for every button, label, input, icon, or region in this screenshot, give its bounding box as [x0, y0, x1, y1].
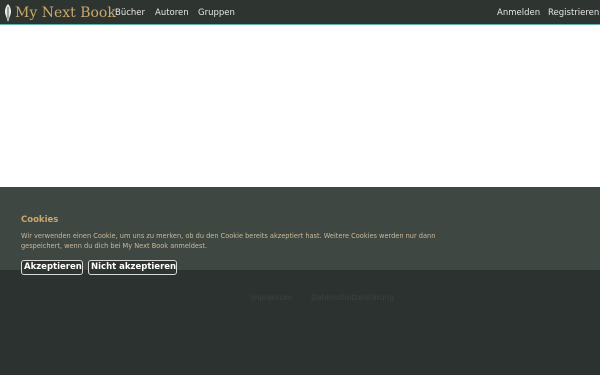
quill-logo-icon: [4, 4, 12, 22]
footer-link-imprint[interactable]: Impressum: [250, 293, 292, 302]
decline-cookies-button[interactable]: Nicht akzeptieren: [88, 260, 177, 275]
login-link[interactable]: Anmelden: [497, 0, 540, 25]
cookie-banner: Cookies Wir verwenden einen Cookie, um u…: [0, 187, 600, 275]
brand-link[interactable]: My Next Book: [3, 3, 116, 23]
main-content: [0, 25, 600, 187]
top-navbar: My Next Book Bücher Autoren Gruppen Anme…: [0, 0, 600, 25]
brand-name: My Next Book: [15, 5, 116, 21]
footer-link-privacy[interactable]: Datenschutzerklärung: [311, 293, 394, 302]
cookie-banner-title: Cookies: [21, 215, 59, 225]
register-link[interactable]: Registrieren: [548, 0, 599, 25]
nav-link-groups[interactable]: Gruppen: [198, 0, 235, 25]
cookie-banner-text: Wir verwenden einen Cookie, um uns zu me…: [21, 232, 436, 250]
nav-link-authors[interactable]: Autoren: [155, 0, 189, 25]
nav-link-books[interactable]: Bücher: [115, 0, 145, 25]
accept-cookies-button[interactable]: Akzeptieren: [21, 260, 83, 275]
